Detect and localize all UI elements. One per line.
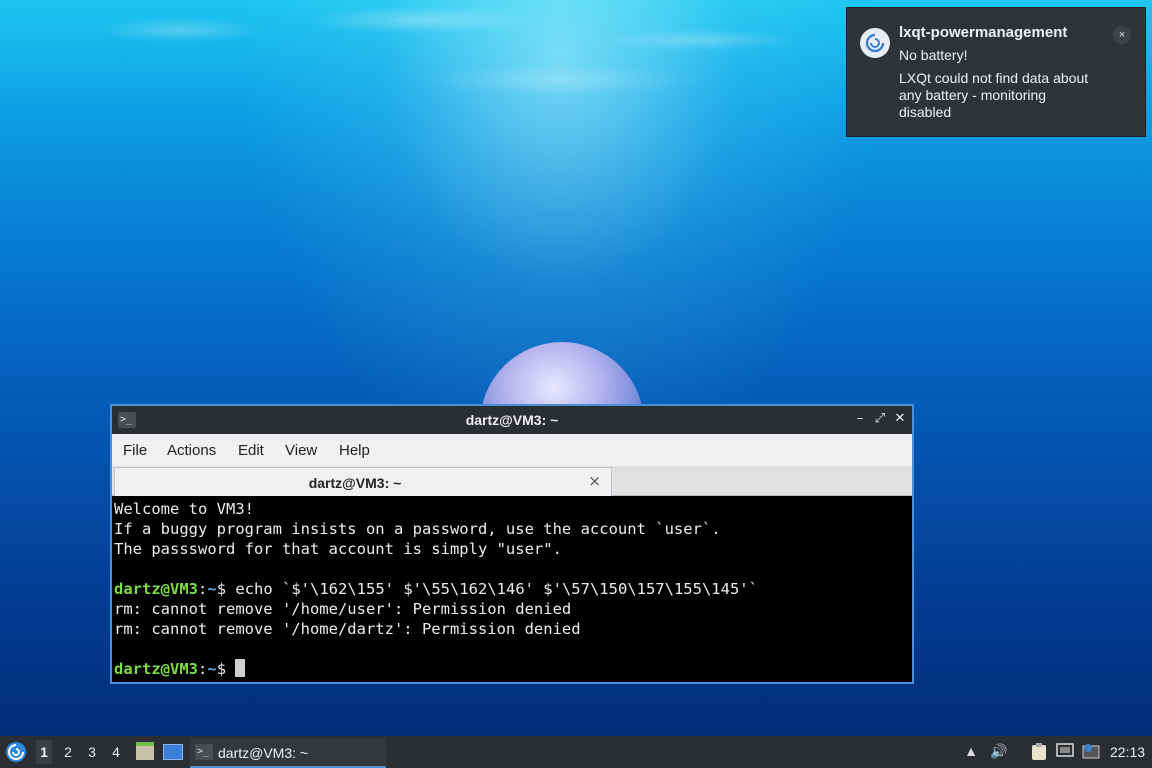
prompt-separator: : xyxy=(198,660,208,678)
minimize-button[interactable]: – xyxy=(852,411,868,426)
taskbar-task-terminal[interactable]: >_ dartz@VM3: ~ xyxy=(190,738,386,768)
workspace-4[interactable]: 4 xyxy=(108,744,124,760)
taskbar: 1 2 3 4 >_ dartz@VM3: ~ ▲ 🔊 22:13 xyxy=(0,736,1152,768)
maximize-button[interactable]: ⤢ xyxy=(872,411,888,426)
volume-icon[interactable]: 🔊 xyxy=(990,743,1008,761)
prompt-user: dartz@VM3 xyxy=(114,660,198,678)
task-label: dartz@VM3: ~ xyxy=(218,745,309,761)
tab-bar: dartz@VM3: ~ × xyxy=(112,466,912,497)
prompt-separator: : xyxy=(198,580,208,598)
workspace-1[interactable]: 1 xyxy=(36,740,52,764)
close-button[interactable]: ✕ xyxy=(892,411,908,426)
menu-file[interactable]: File xyxy=(123,442,147,459)
menu-actions[interactable]: Actions xyxy=(167,442,216,459)
text-cursor xyxy=(235,659,246,677)
menu-help[interactable]: Help xyxy=(339,442,370,459)
network-icon[interactable] xyxy=(1056,743,1074,761)
notification-tray-icon[interactable] xyxy=(1082,743,1100,761)
window-titlebar[interactable]: >_ dartz@VM3: ~ – ⤢ ✕ xyxy=(112,406,912,434)
tab-label: dartz@VM3: ~ xyxy=(308,475,402,491)
tab-close-button[interactable]: × xyxy=(588,472,601,490)
terminal-output[interactable]: Welcome to VM3! If a buggy program insis… xyxy=(112,496,912,682)
terminal-line: The passsword for that account is simply… xyxy=(114,540,562,558)
menu-bar: File Actions Edit View Help xyxy=(112,434,912,466)
prompt-path: ~ xyxy=(207,580,217,598)
workspace-2[interactable]: 2 xyxy=(60,744,76,760)
terminal-line: rm: cannot remove '/home/dartz': Permiss… xyxy=(114,620,581,638)
menu-view[interactable]: View xyxy=(285,442,317,459)
prompt-path: ~ xyxy=(207,660,217,678)
clock[interactable]: 22:13 xyxy=(1110,744,1145,760)
terminal-line: If a buggy program insists on a password… xyxy=(114,520,721,538)
notification-app-name: lxqt-powermanagement xyxy=(899,24,1068,41)
notification-close-button[interactable]: × xyxy=(1113,26,1131,44)
show-desktop-icon[interactable] xyxy=(163,744,183,760)
file-manager-icon[interactable] xyxy=(136,742,154,760)
window-title: dartz@VM3: ~ xyxy=(465,412,559,428)
notification-popup[interactable]: lxqt-powermanagement No battery! LXQt co… xyxy=(846,7,1146,137)
terminal-line: Welcome to VM3! xyxy=(114,500,254,518)
terminal-line: rm: cannot remove '/home/user': Permissi… xyxy=(114,600,572,618)
tab-terminal[interactable]: dartz@VM3: ~ × xyxy=(114,467,612,497)
tray-expand-icon[interactable]: ▲ xyxy=(962,743,980,761)
prompt-dollar: $ xyxy=(216,660,236,678)
command-text: echo `$'\162\155' $'\55\162\146' $'\57\1… xyxy=(235,580,758,598)
menu-edit[interactable]: Edit xyxy=(238,442,264,459)
terminal-window[interactable]: >_ dartz@VM3: ~ – ⤢ ✕ File Actions Edit … xyxy=(110,404,914,684)
notification-summary: No battery! xyxy=(899,47,968,63)
notification-body: LXQt could not find data about any batte… xyxy=(899,70,1089,120)
start-menu-icon[interactable] xyxy=(6,742,26,762)
clipboard-icon[interactable] xyxy=(1030,743,1048,761)
terminal-icon: >_ xyxy=(195,744,213,760)
prompt-user: dartz@VM3 xyxy=(114,580,198,598)
prompt-dollar: $ xyxy=(216,580,236,598)
power-management-icon xyxy=(860,28,890,58)
workspace-3[interactable]: 3 xyxy=(84,744,100,760)
